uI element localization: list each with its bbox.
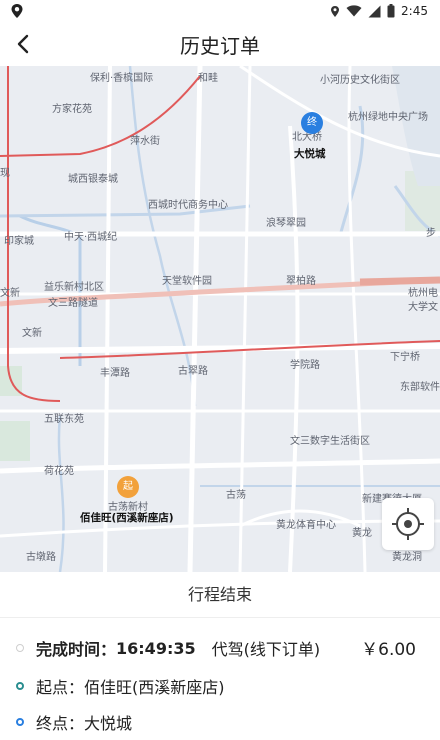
map-label: 五联东苑 xyxy=(44,414,84,425)
status-bar: 2:45 xyxy=(0,0,440,22)
map-label: 文新 xyxy=(0,288,20,299)
header: 历史订单 xyxy=(0,22,440,66)
map-label: 现 xyxy=(0,168,10,179)
map-label: 古荡 xyxy=(226,490,246,501)
signal-icon xyxy=(368,5,381,17)
completion-time-row: 完成时间： 16:49:35 代驾(线下订单) xyxy=(16,633,320,663)
start-label: 起点： xyxy=(36,678,85,697)
map-label: 黄龙 xyxy=(352,528,372,539)
crosshair-icon xyxy=(392,508,424,540)
trip-status: 行程结束 xyxy=(0,572,440,618)
map-label: 印家城 xyxy=(4,236,34,247)
end-marker-text: 终 xyxy=(307,117,317,128)
start-point-row: 起点： 佰佳旺(西溪新座店) xyxy=(16,671,225,701)
time-label: 完成时间： xyxy=(36,640,117,659)
map-label: 古墩路 xyxy=(26,552,56,563)
end-value: 大悦城 xyxy=(84,714,133,733)
map-label: 保利·香槟国际 xyxy=(90,73,154,84)
map-label: 中天·西城纪 xyxy=(64,232,118,243)
map-label: 天堂软件园 xyxy=(162,276,212,287)
map-label: 步 xyxy=(426,228,436,239)
map-label: 小河历史文化街区 xyxy=(320,75,400,86)
time-value: 16:49:35 xyxy=(116,638,196,658)
location-icon xyxy=(331,5,340,17)
end-point-row: 终点： 大悦城 xyxy=(16,707,132,737)
map-label: 古翠路 xyxy=(178,366,208,377)
map-label: 西城时代商务中心 xyxy=(148,200,228,211)
order-details: 完成时间： 16:49:35 代驾(线下订单) ￥6.00 起点： 佰佳旺(西溪… xyxy=(0,619,440,740)
map-label: 东部软件 xyxy=(400,382,440,393)
page-title: 历史订单 xyxy=(180,34,260,58)
map-label: 丰潭路 xyxy=(100,368,130,379)
map-label: 黄龙体育中心 xyxy=(276,520,336,531)
order-price: ￥6.00 xyxy=(361,640,416,660)
status-time: 2:45 xyxy=(401,4,428,18)
map-label: 杭州绿地中央广场 xyxy=(348,112,428,123)
start-point-label: 佰佳旺(西溪新座店) xyxy=(80,512,174,524)
end-dot-icon xyxy=(16,718,24,726)
map-label: 黄龙洞 xyxy=(392,552,422,563)
end-marker[interactable]: 终 xyxy=(301,112,323,134)
map-label: 大学文 xyxy=(408,302,438,313)
time-dot-icon xyxy=(16,644,24,652)
map-label: 文三路隧道 xyxy=(48,298,98,309)
start-dot-icon xyxy=(16,682,24,690)
map-label: 学院路 xyxy=(290,360,320,371)
map-view[interactable]: 保利·香槟国际 和畦 小河历史文化街区 方家花苑 萍水街 杭州绿地中央广场 北大… xyxy=(0,66,440,572)
map-label: 益乐新村北区 xyxy=(44,282,104,293)
map-label: 城西银泰城 xyxy=(68,174,118,185)
map-label: 和畦 xyxy=(198,73,218,84)
map-label: 方家花苑 xyxy=(52,104,92,115)
service-type: 代驾(线下订单) xyxy=(211,640,321,659)
map-label: 荷花苑 xyxy=(44,466,74,477)
map-label: 文三数字生活街区 xyxy=(290,436,370,447)
locate-button[interactable] xyxy=(382,498,434,550)
wifi-icon xyxy=(346,5,362,17)
map-label: 萍水街 xyxy=(130,136,160,147)
start-marker[interactable]: 起 xyxy=(117,476,139,498)
map-label: 翠柏路 xyxy=(286,276,316,287)
end-point-label: 大悦城 xyxy=(294,148,326,160)
start-marker-text: 起 xyxy=(123,481,133,492)
location-pin-icon xyxy=(11,4,23,18)
end-label: 终点： xyxy=(36,714,85,733)
map-label: 文新 xyxy=(22,328,42,339)
battery-icon xyxy=(387,4,395,18)
map-label: 杭州电 xyxy=(408,288,438,299)
map-label: 浪琴翠园 xyxy=(266,218,306,229)
map-label: 下宁桥 xyxy=(390,352,420,363)
status-indicators: 2:45 xyxy=(330,3,428,19)
start-value: 佰佳旺(西溪新座店) xyxy=(84,678,225,697)
